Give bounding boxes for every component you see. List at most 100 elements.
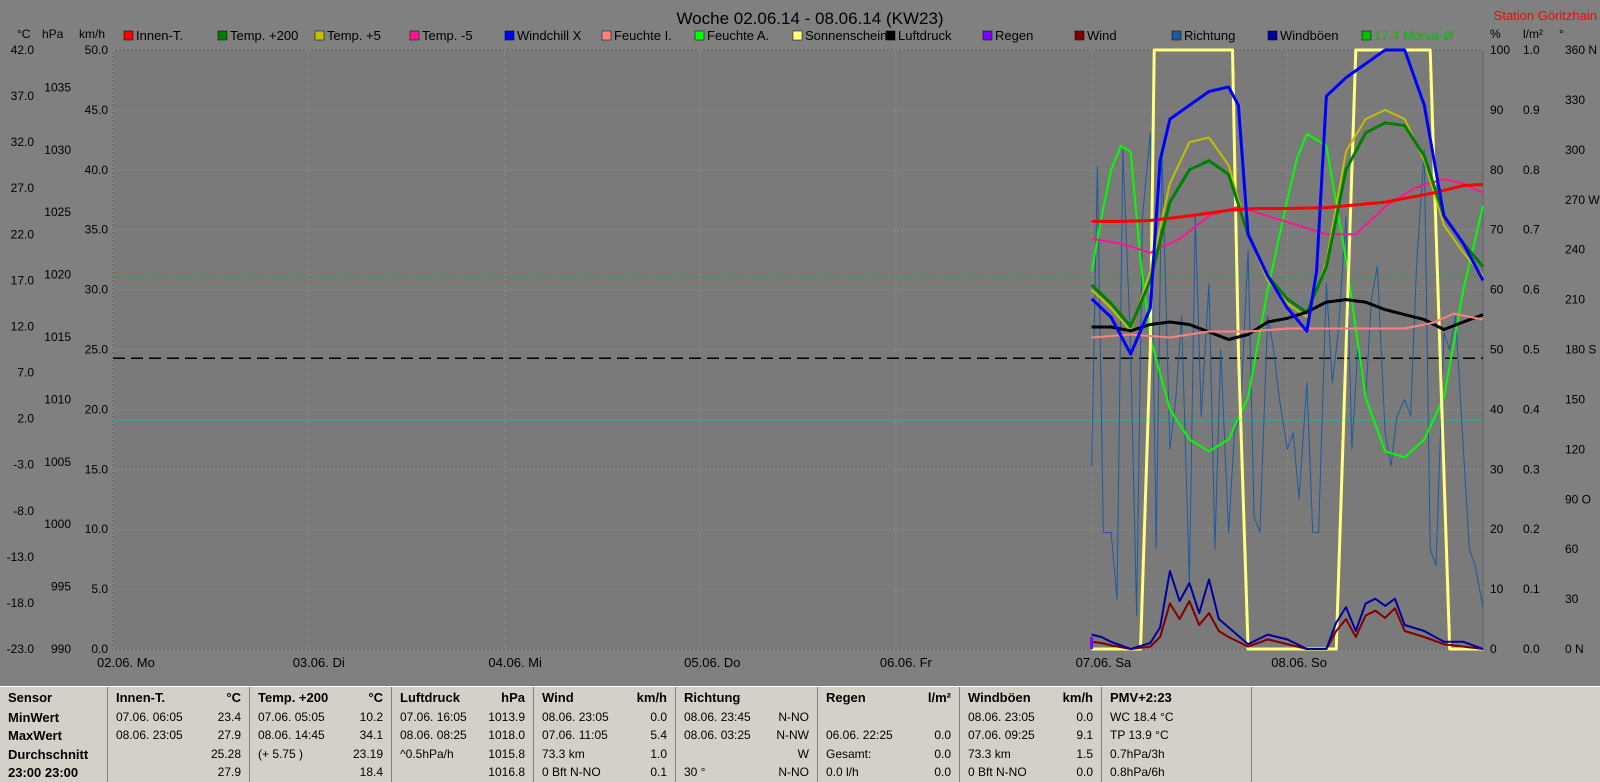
axis-unit-label: hPa (42, 27, 64, 41)
wind-tick-label: 50.0 (85, 43, 109, 57)
stats-cell: ^0.5hPa/h (400, 747, 454, 761)
humidity-tick-label: 50 (1490, 343, 1504, 357)
stats-column: Luftdruck hPa 07.06. 16:05 1013.9 08.06. 08:… (392, 687, 534, 782)
stats-header: Windböen (968, 690, 1031, 705)
pressure-tick-label: 1030 (44, 143, 71, 157)
legend-label: Luftdruck (898, 28, 952, 43)
legend-swatch (1361, 30, 1372, 41)
station-name: Station Göritzhain (1494, 8, 1597, 23)
temp-tick-label: 2.0 (17, 412, 34, 426)
chart-title: Woche 02.06.14 - 08.06.14 (KW23) (676, 9, 943, 28)
stats-cell: (+ 5.75 ) (258, 747, 304, 761)
stats-cell: 0.0 (1076, 765, 1093, 779)
stats-cell: Gesamt: (826, 747, 872, 761)
stats-header: 23:00 23:00 (8, 765, 79, 780)
stats-column: PMV+2:23 WC 18.4 °C TP 13.9 °C 0.7hPa/3h 0.8… (1102, 687, 1252, 782)
legend-swatch (792, 30, 803, 41)
stats-column: Windböen km/h 08.06. 23:05 0.0 07.06. 09:25 9… (960, 687, 1102, 782)
legend-swatch (1171, 30, 1182, 41)
legend-label: Richtung (1184, 28, 1235, 43)
stats-column: Wind km/h 08.06. 23:05 0.0 07.06. 11:05 5.4 73… (534, 687, 676, 782)
stats-cell: 08.06. 23:05 (116, 728, 183, 742)
stats-cell: 1.0 (650, 747, 667, 761)
legend-label: Regen (995, 28, 1033, 43)
stats-cell: 1015.8 (488, 747, 525, 761)
stats-cell: 0.7hPa/3h (1110, 747, 1165, 761)
temp-tick-label: 7.0 (17, 366, 34, 380)
stats-cell: 08.06. 08:25 (400, 728, 467, 742)
stats-header: km/h (1062, 690, 1093, 705)
stats-cell: 1.5 (1076, 747, 1093, 761)
direction-tick-label: 300 (1565, 143, 1585, 157)
wind-tick-label: 30.0 (85, 283, 109, 297)
stats-cell: 73.3 km (968, 747, 1011, 761)
legend-label: Temp. +200 (230, 28, 298, 43)
x-tick-label: 02.06. Mo (97, 655, 155, 670)
rain-tick-label: 0.3 (1523, 462, 1540, 476)
stats-column: Sensor MinWert MaxWert Durchschnitt 23:00 23… (0, 687, 108, 782)
stats-cell: 07.06. 11:05 (542, 728, 608, 742)
stats-cell: 0.0 (934, 747, 951, 761)
axis-unit-label: °C (17, 27, 31, 41)
stats-header: Temp. +200 (258, 690, 329, 705)
rain-tick-label: 0.0 (1523, 642, 1540, 656)
pressure-tick-label: 1005 (44, 455, 71, 469)
wind-tick-label: 10.0 (85, 522, 109, 536)
stats-cell: 1013.9 (488, 710, 525, 724)
temp-tick-label: -8.0 (13, 504, 34, 518)
wind-tick-label: 45.0 (85, 103, 109, 117)
stats-cell: 0 Bft N-NO (968, 765, 1027, 779)
stats-column: Regen l/m² 06.06. 22:25 0.0 Gesamt: 0.0 0.0 l/… (818, 687, 960, 782)
stats-header: °C (368, 690, 383, 705)
rain-tick-label: 0.6 (1523, 283, 1540, 297)
stats-cell: 07.06. 09:25 (968, 728, 1035, 742)
direction-tick-label: 240 (1565, 243, 1585, 257)
temp-tick-label: 27.0 (11, 181, 35, 195)
direction-tick-label: 270 W (1565, 193, 1600, 207)
legend-swatch (601, 30, 612, 41)
axis-unit-label: % (1490, 27, 1501, 41)
x-tick-label: 03.06. Di (293, 655, 345, 670)
pressure-tick-label: 1035 (44, 80, 71, 94)
stats-cell: 23.19 (352, 747, 383, 761)
humidity-tick-label: 20 (1490, 522, 1504, 536)
direction-tick-label: 150 (1565, 392, 1585, 406)
stats-cell: 23.4 (217, 710, 241, 724)
humidity-tick-label: 100 (1490, 43, 1510, 57)
legend-swatch (504, 30, 515, 41)
stats-column: Innen-T. °C 07.06. 06:05 23.4 08.06. 23:05 27… (108, 687, 250, 782)
temp-tick-label: -18.0 (7, 596, 35, 610)
stats-cell: 08.06. 03:25 (684, 728, 751, 742)
pressure-tick-label: 1015 (44, 330, 71, 344)
temp-tick-label: 42.0 (11, 43, 35, 57)
rain-tick-label: 0.7 (1523, 223, 1540, 237)
stats-cell: 30 ° (684, 765, 706, 779)
legend-label: Windchill X (517, 28, 582, 43)
temp-tick-label: 17.0 (11, 273, 35, 287)
stats-cell: 06.06. 22:25 (826, 728, 893, 742)
stats-header: °C (226, 690, 241, 705)
stats-cell: 0.0 (1076, 710, 1093, 724)
stats-cell: 9.1 (1076, 728, 1093, 742)
stats-cell: 5.4 (650, 728, 667, 742)
pressure-tick-label: 1025 (44, 205, 71, 219)
rain-tick-label: 0.9 (1523, 103, 1540, 117)
rain-tick-label: 0.8 (1523, 163, 1540, 177)
stats-cell: 08.06. 23:05 (542, 710, 609, 724)
stats-header: Durchschnitt (8, 747, 89, 762)
stats-header: Regen (826, 690, 866, 705)
legend-swatch (123, 30, 134, 41)
pressure-tick-label: 1000 (44, 517, 71, 531)
pressure-tick-label: 995 (51, 580, 71, 594)
rain-tick-label: 0.4 (1523, 402, 1540, 416)
wind-tick-label: 40.0 (85, 163, 109, 177)
stats-header: Sensor (8, 690, 53, 705)
wind-tick-label: 20.0 (85, 402, 109, 416)
humidity-tick-label: 30 (1490, 462, 1504, 476)
stats-header: Innen-T. (116, 690, 166, 705)
stats-column: Temp. +200 °C 07.06. 05:05 10.2 08.06. 14:45… (250, 687, 392, 782)
legend-label: Wind (1087, 28, 1117, 43)
stats-header: MinWert (8, 710, 60, 725)
stats-cell: 0.8hPa/6h (1110, 765, 1165, 779)
temp-tick-label: -23.0 (7, 642, 35, 656)
